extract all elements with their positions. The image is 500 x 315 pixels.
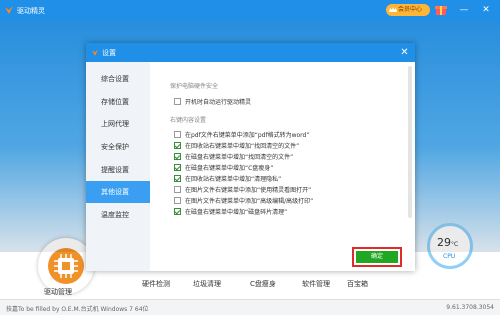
- close-button[interactable]: ✕: [480, 4, 492, 16]
- nav-temperature[interactable]: 温度监控: [86, 204, 150, 226]
- context-option-image-viewer[interactable]: 在图片文件右键菜单中添加“使用精灵看图打开”: [174, 184, 311, 194]
- dialog-titlebar: 设置 ✕: [86, 43, 415, 62]
- nav-proxy[interactable]: 上网代理: [86, 113, 150, 135]
- dialog-close-button[interactable]: ✕: [398, 46, 411, 59]
- option-label: 在磁盘右键菜单中增加“磁盘碎片清理”: [185, 208, 288, 216]
- option-label: 在回收站右键菜单中增加“找回清空的文件”: [185, 142, 300, 150]
- option-checkbox[interactable]: [174, 174, 181, 182]
- ok-button-highlight: 确定: [352, 247, 402, 267]
- autostart-checkbox[interactable]: [174, 97, 181, 105]
- settings-dialog: 设置 ✕ 综合设置 存储位置 上网代理 安全保护 提醒设置 其他设置 温度监控 …: [86, 43, 415, 271]
- protect-section-title: 保护电脑硬件安全: [170, 83, 219, 90]
- tool-c-drive-slim[interactable]: C盘瘦身: [250, 279, 276, 289]
- app-logo-icon: [91, 49, 99, 56]
- option-label: 在磁盘右键菜单中增加“C盘瘦身”: [185, 164, 274, 172]
- context-option-recycle-recover[interactable]: 在回收站右键菜单中增加“找回清空的文件”: [174, 140, 299, 150]
- app-title: 驱动精灵: [17, 7, 45, 15]
- tool-junk-clean[interactable]: 垃圾清理: [193, 279, 221, 289]
- option-checkbox[interactable]: [174, 152, 181, 160]
- system-info: 技嘉To be filled by O.E.M.台式机 Windows 7 64…: [6, 306, 149, 313]
- dialog-title: 设置: [102, 49, 116, 57]
- status-bar: 技嘉To be filled by O.E.M.台式机 Windows 7 64…: [0, 299, 500, 315]
- option-label: 在回收站右键菜单中增加“清理隐私”: [185, 175, 282, 183]
- context-option-c-slim[interactable]: 在磁盘右键菜单中增加“C盘瘦身”: [174, 162, 273, 172]
- nav-reminder[interactable]: 提醒设置: [86, 159, 150, 181]
- context-option-defrag[interactable]: 在磁盘右键菜单中增加“磁盘碎片清理”: [174, 206, 287, 216]
- content-scrollbar[interactable]: [408, 66, 412, 218]
- option-label: 在图片文件右键菜单中添加“使用精灵看图打开”: [185, 186, 312, 194]
- nav-storage[interactable]: 存储位置: [86, 91, 150, 113]
- option-checkbox[interactable]: [174, 207, 181, 215]
- minimize-button[interactable]: —: [458, 4, 470, 16]
- option-checkbox[interactable]: [174, 196, 181, 204]
- option-label: 在图片文件右键菜单中添加“高级编辑/高级打印”: [185, 197, 314, 205]
- gift-icon[interactable]: [435, 3, 447, 16]
- crown-icon: [389, 7, 397, 12]
- settings-content: 保护电脑硬件安全 开机时自动运行驱动精灵 右键内容设置 在pdf文件右键菜单中添…: [150, 62, 415, 271]
- chip-icon: [48, 248, 84, 284]
- app-titlebar: 驱动精灵 会员中心 — ✕: [0, 0, 500, 20]
- nav-general[interactable]: 综合设置: [86, 68, 150, 90]
- version-label: 9.61.3708.3054: [446, 304, 494, 311]
- autostart-label: 开机时自动运行驱动精灵: [185, 98, 252, 106]
- tool-hardware-detect[interactable]: 硬件检测: [142, 279, 170, 289]
- vip-center-button[interactable]: 会员中心: [386, 4, 430, 16]
- option-checkbox[interactable]: [174, 185, 181, 193]
- nav-other[interactable]: 其他设置: [86, 181, 150, 203]
- tool-toolbox[interactable]: 百宝箱: [347, 279, 368, 289]
- option-checkbox[interactable]: [174, 130, 181, 138]
- option-checkbox[interactable]: [174, 141, 181, 149]
- context-option-image-edit[interactable]: 在图片文件右键菜单中添加“高级编辑/高级打印”: [174, 195, 313, 205]
- context-option-pdf-to-word[interactable]: 在pdf文件右键菜单中添加“pdf格式转为word”: [174, 129, 309, 139]
- option-checkbox[interactable]: [174, 163, 181, 171]
- tool-software-manage[interactable]: 软件管理: [302, 279, 330, 289]
- settings-nav: 综合设置 存储位置 上网代理 安全保护 提醒设置 其他设置 温度监控: [86, 62, 150, 271]
- option-label: 在pdf文件右键菜单中添加“pdf格式转为word”: [185, 131, 310, 139]
- nav-security[interactable]: 安全保护: [86, 136, 150, 158]
- cpu-label: CPU: [443, 253, 456, 260]
- app-logo-icon: [5, 6, 13, 14]
- ok-button[interactable]: 确定: [356, 251, 398, 263]
- context-option-disk-recover[interactable]: 在磁盘右键菜单中增加“找回清空的文件”: [174, 151, 293, 161]
- context-option-privacy-clean[interactable]: 在回收站右键菜单中增加“清理隐私”: [174, 173, 281, 183]
- driver-manage-label: 驱动管理: [44, 288, 72, 296]
- vip-center-label: 会员中心: [398, 6, 423, 13]
- autostart-option[interactable]: 开机时自动运行驱动精灵: [174, 96, 251, 106]
- context-section-title: 右键内容设置: [170, 117, 207, 124]
- option-label: 在磁盘右键菜单中增加“找回清空的文件”: [185, 153, 294, 161]
